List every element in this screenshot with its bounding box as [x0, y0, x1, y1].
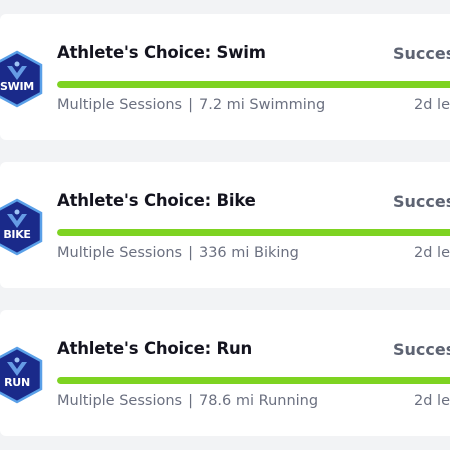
bike-badge-icon: BIKE: [0, 198, 44, 256]
status-label: Succes: [393, 340, 450, 359]
progress-fill: [57, 81, 450, 88]
meta-separator: |: [188, 393, 193, 409]
challenge-title[interactable]: Athlete's Choice: Run: [57, 339, 252, 358]
badge-hexagon: [0, 346, 43, 404]
badge-hexagon: [0, 50, 43, 108]
challenge-card-run[interactable]: RUN Athlete's Choice: Run Succes Multipl…: [0, 310, 450, 436]
challenge-meta: Multiple Sessions | 336 mi Biking: [57, 245, 299, 261]
badge-hexagon: [0, 198, 43, 256]
time-left-label: 2d le: [414, 245, 450, 261]
status-label: Succes: [393, 192, 450, 211]
challenge-title[interactable]: Athlete's Choice: Bike: [57, 191, 256, 210]
progress-bar: [57, 229, 450, 236]
status-label: Succes: [393, 44, 450, 63]
progress-bar: [57, 377, 450, 384]
challenge-card-bike[interactable]: BIKE Athlete's Choice: Bike Succes Multi…: [0, 162, 450, 288]
sessions-label: Multiple Sessions: [57, 97, 183, 113]
run-badge-icon: RUN: [0, 346, 44, 404]
sessions-label: Multiple Sessions: [57, 245, 183, 261]
distance-label: 7.2 mi Swimming: [198, 97, 326, 113]
meta-separator: |: [188, 245, 193, 261]
time-left-label: 2d le: [414, 393, 450, 409]
badge-label: BIKE: [3, 228, 31, 241]
sessions-label: Multiple Sessions: [57, 393, 183, 409]
challenge-title[interactable]: Athlete's Choice: Swim: [57, 43, 266, 62]
badge-label: RUN: [4, 376, 30, 389]
progress-bar: [57, 81, 450, 88]
progress-fill: [57, 377, 450, 384]
distance-label: 336 mi Biking: [198, 245, 299, 261]
challenge-meta: Multiple Sessions | 7.2 mi Swimming: [57, 97, 325, 113]
challenge-list: SWIM Athlete's Choice: Swim Succes Multi…: [0, 0, 450, 450]
challenge-card-swim[interactable]: SWIM Athlete's Choice: Swim Succes Multi…: [0, 14, 450, 140]
meta-separator: |: [188, 97, 193, 113]
swim-badge-icon: SWIM: [0, 50, 44, 108]
progress-fill: [57, 229, 450, 236]
challenge-meta: Multiple Sessions | 78.6 mi Running: [57, 393, 318, 409]
time-left-label: 2d le: [414, 97, 450, 113]
distance-label: 78.6 mi Running: [198, 393, 319, 409]
badge-label: SWIM: [0, 80, 34, 93]
